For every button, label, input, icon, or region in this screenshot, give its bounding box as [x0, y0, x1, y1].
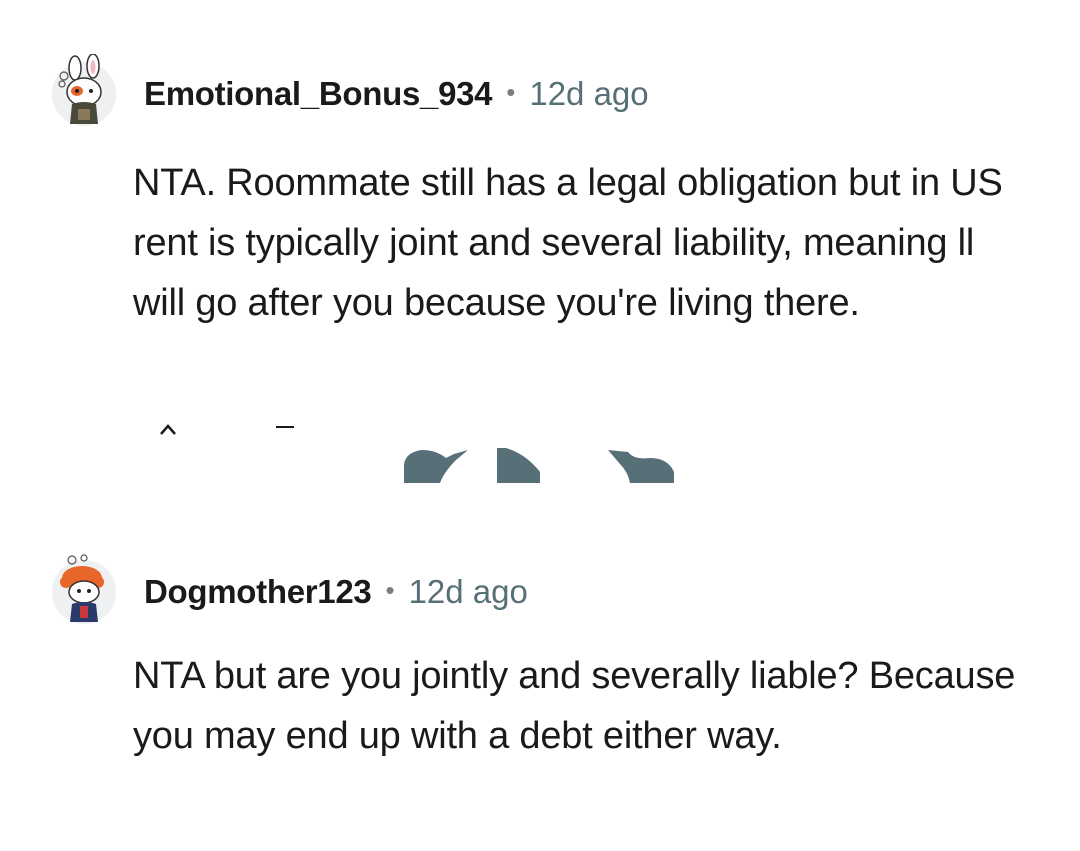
username-link[interactable]: Emotional_Bonus_934: [144, 75, 493, 113]
separator-dot: •: [506, 76, 516, 107]
comment-meta: Dogmother123 • 12d ago: [144, 570, 528, 614]
share-icon[interactable]: [608, 450, 674, 483]
comment-body: NTA but are you jointly and severally li…: [133, 655, 1016, 757]
downvote-icon[interactable]: [276, 426, 294, 428]
user-avatar-icon[interactable]: [50, 552, 118, 624]
award-icon[interactable]: [404, 450, 468, 483]
timestamp: 12d ago: [529, 75, 649, 112]
comment-body: NTA. Roommate still has a legal obligati…: [133, 162, 1003, 324]
separator-dot: •: [385, 574, 395, 605]
upvote-icon[interactable]: [160, 424, 176, 435]
username-link[interactable]: Dogmother123: [144, 573, 372, 611]
user-avatar-icon[interactable]: [50, 53, 118, 126]
comment-meta: Emotional_Bonus_934 • 12d ago: [144, 72, 649, 116]
comment-action-bar: [0, 416, 1080, 496]
timestamp: 12d ago: [408, 573, 528, 610]
reply-icon[interactable]: [497, 448, 540, 483]
